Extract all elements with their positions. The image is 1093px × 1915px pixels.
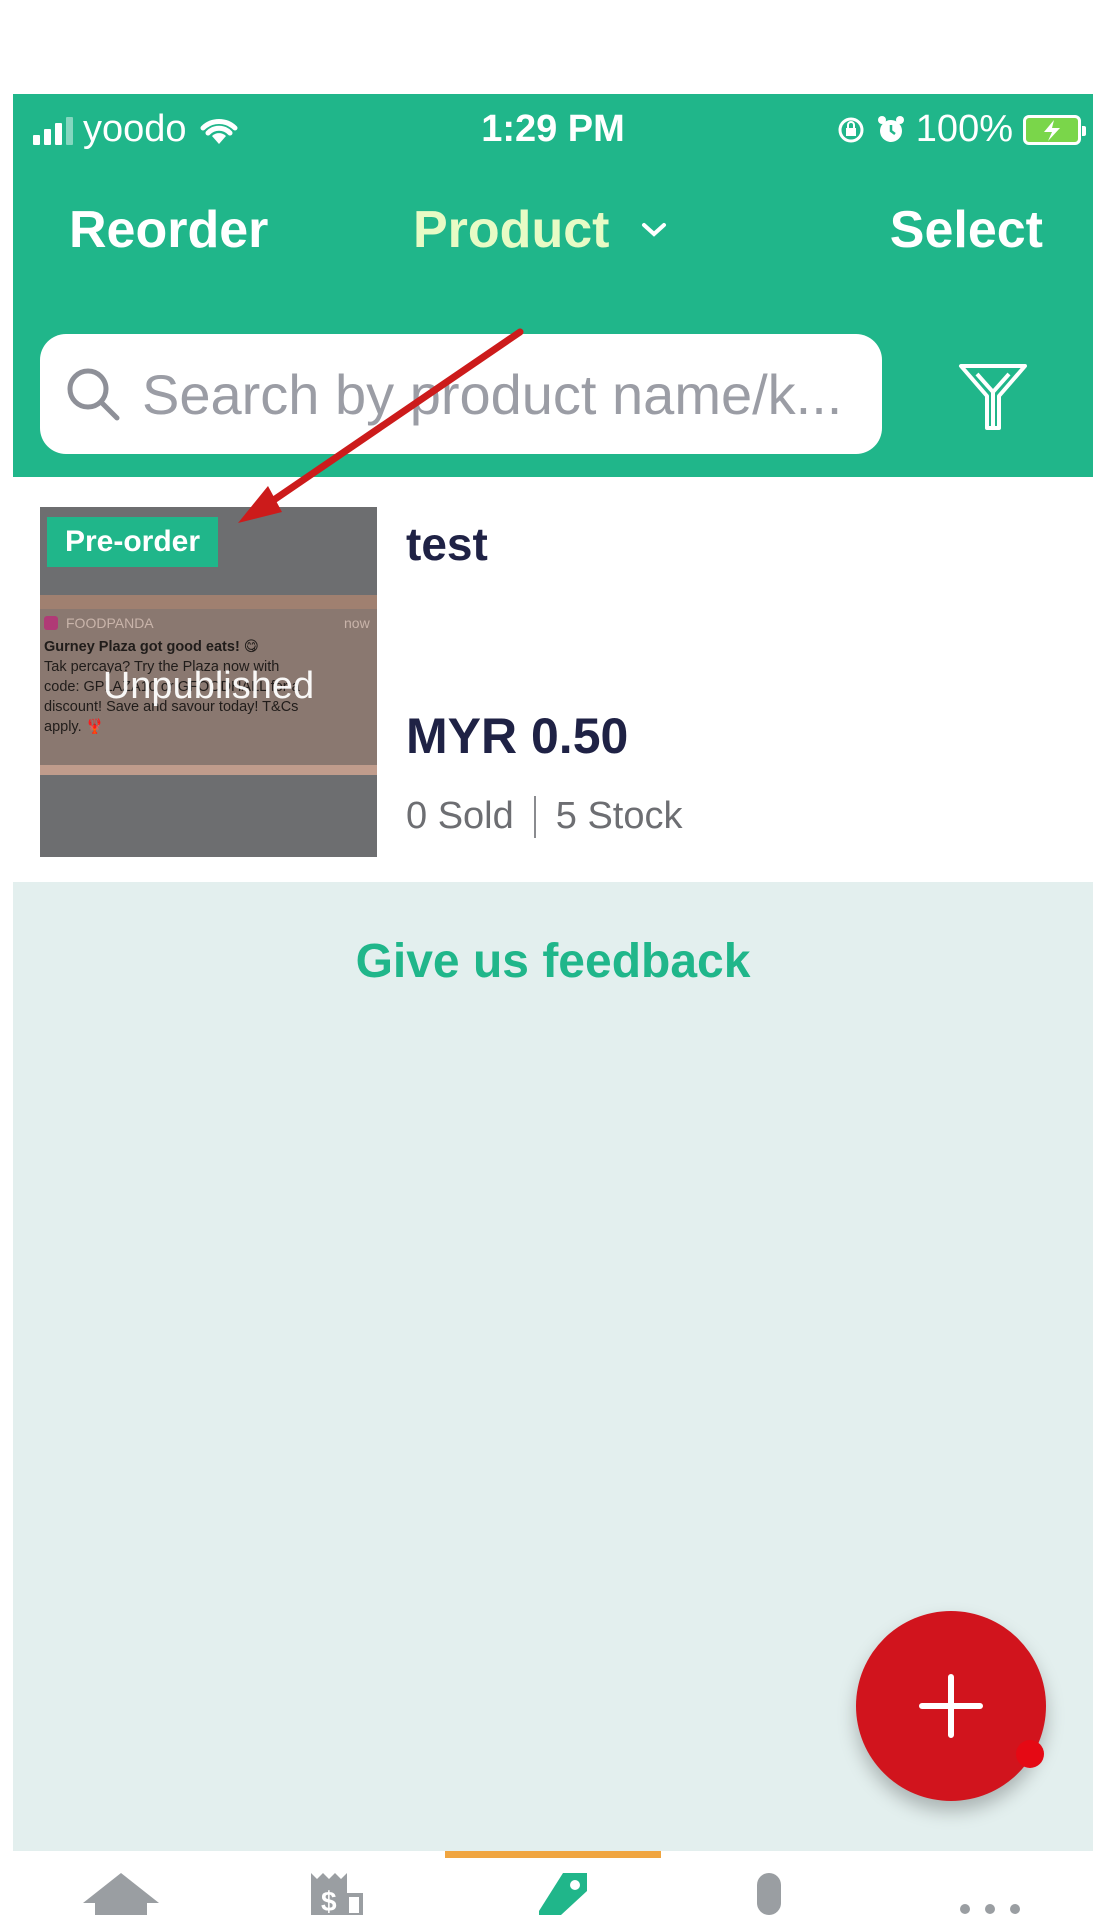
sold-count: 0 Sold xyxy=(406,795,514,837)
person-icon xyxy=(757,1873,781,1915)
receipt-icon: $ xyxy=(311,1873,363,1915)
nav-bar: Reorder Product Select xyxy=(13,186,1093,276)
product-card[interactable]: FOODPANDA now Gurney Plaza got good eats… xyxy=(13,477,1093,882)
plus-icon xyxy=(919,1674,983,1738)
preorder-badge: Pre-order xyxy=(47,517,219,567)
tab-account[interactable] xyxy=(661,1851,877,1915)
product-name: test xyxy=(406,518,488,570)
battery-icon xyxy=(1023,114,1086,145)
tab-home[interactable] xyxy=(13,1851,229,1915)
thumbnail-time: now xyxy=(344,615,370,631)
tab-more[interactable] xyxy=(877,1851,1093,1915)
chevron-down-icon xyxy=(642,223,667,237)
status-bar: yoodo 1:29 PM 100% xyxy=(13,94,1093,166)
home-icon xyxy=(83,1873,159,1915)
bottom-tab-bar: $ xyxy=(13,1851,1093,1915)
product-meta: 0 Sold 5 Stock xyxy=(406,795,682,838)
active-tab-indicator xyxy=(445,1851,661,1858)
tab-orders[interactable]: $ xyxy=(229,1851,445,1915)
alarm-icon xyxy=(877,115,904,142)
add-product-button[interactable] xyxy=(856,1611,1046,1801)
product-title-dropdown[interactable]: Product xyxy=(413,200,669,260)
search-input[interactable] xyxy=(140,360,864,428)
battery-percent: 100% xyxy=(915,108,1013,150)
app-screen: yoodo 1:29 PM 100% Reorder Product Selec… xyxy=(13,94,1093,1915)
search-icon xyxy=(67,368,120,421)
search-bar[interactable] xyxy=(40,334,882,454)
filter-icon[interactable] xyxy=(953,356,1033,436)
thumbnail-line: apply. 🦞 xyxy=(44,719,104,735)
page-title: Product xyxy=(413,201,610,259)
top-bar: yoodo 1:29 PM 100% Reorder Product Selec… xyxy=(13,94,1093,477)
unpublished-overlay: Unpublished xyxy=(102,665,315,707)
tab-products[interactable] xyxy=(445,1851,661,1915)
stock-count: 5 Stock xyxy=(555,795,683,837)
give-feedback-link[interactable]: Give us feedback xyxy=(13,934,1093,989)
foodpanda-icon xyxy=(44,616,58,630)
reorder-button[interactable]: Reorder xyxy=(69,200,268,260)
orientation-lock-icon xyxy=(838,117,864,142)
thumbnail-headline: Gurney Plaza got good eats! 😋 xyxy=(44,639,259,655)
thumbnail-app-name: FOODPANDA xyxy=(66,615,154,631)
tag-icon xyxy=(539,1873,587,1915)
divider xyxy=(533,795,536,838)
select-button[interactable]: Select xyxy=(890,200,1043,260)
product-thumbnail: FOODPANDA now Gurney Plaza got good eats… xyxy=(40,507,377,857)
product-price: MYR 0.50 xyxy=(406,708,629,764)
svg-text:$: $ xyxy=(321,1886,337,1915)
notification-dot xyxy=(1016,1740,1044,1768)
more-icon xyxy=(960,1904,1020,1914)
